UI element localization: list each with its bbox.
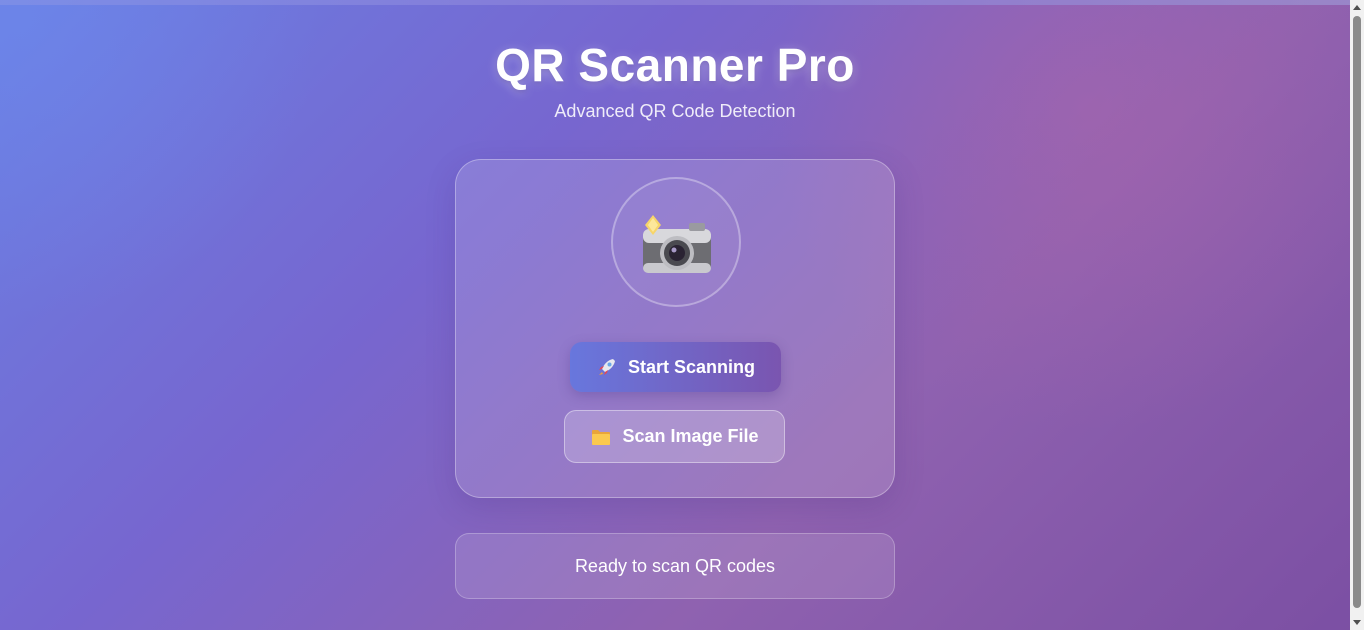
scanner-card: Start Scanning Scan Image File [455, 159, 895, 498]
start-scanning-label: Start Scanning [627, 356, 756, 377]
scan-image-file-label: Scan Image File [622, 426, 759, 446]
scroll-down-arrow-icon[interactable] [1353, 620, 1361, 625]
status-text: Ready to scan QR codes [574, 555, 776, 576]
scan-image-file-button[interactable]: Scan Image File [564, 410, 785, 463]
page-subtitle: Advanced QR Code Detection [554, 101, 796, 121]
top-accent-bar [0, 0, 1350, 5]
scroll-up-arrow-icon[interactable] [1353, 5, 1361, 10]
page-title: QR Scanner Pro [495, 39, 855, 91]
start-scanning-button[interactable]: Start Scanning [570, 342, 781, 392]
camera-with-flash-icon [643, 215, 711, 273]
vertical-scrollbar[interactable] [1350, 0, 1364, 630]
camera-icon-ring [611, 177, 741, 307]
status-panel: Ready to scan QR codes [455, 533, 895, 599]
scrollbar-thumb[interactable] [1353, 16, 1361, 608]
rocket-icon [596, 356, 618, 378]
folder-icon [590, 426, 612, 448]
